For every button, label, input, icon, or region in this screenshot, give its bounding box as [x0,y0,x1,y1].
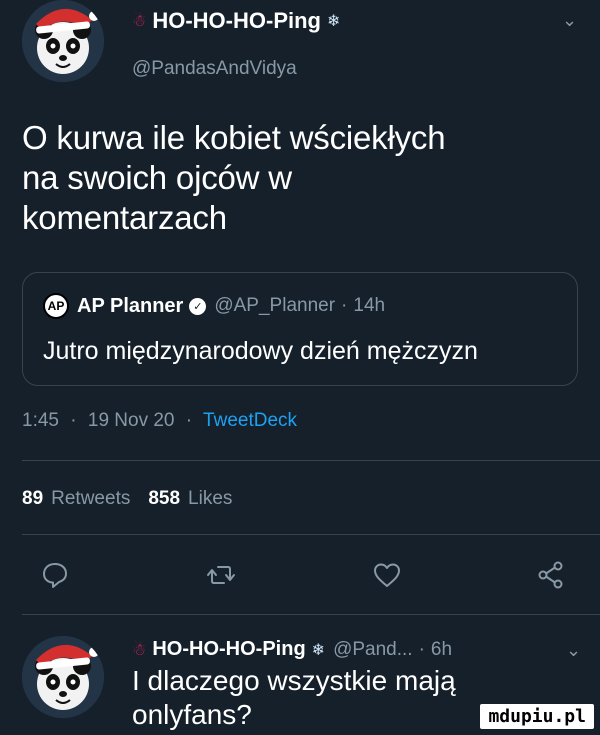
reply-text-line: onlyfans? [132,699,252,730]
santa-emoji: ☃ [132,641,147,659]
retweets-label[interactable]: Retweets [51,488,130,509]
meta-separator: · [185,410,193,431]
quoted-separator: · [341,295,348,316]
reply-display-name[interactable]: HO-HO-HO-Ping [152,638,305,661]
tweet-text-line: komentarzach [22,199,227,236]
verified-badge-icon: ✓ [189,297,207,315]
reply-time: 6h [430,638,453,660]
tweet-stats: 89 Retweets 858 Likes [22,488,250,510]
watermark-logo: mdupiu.pl [480,704,594,729]
quoted-text: Jutro międzynarodowy dzień mężczyzn [43,337,478,365]
author-display-name[interactable]: HO-HO-HO-Ping [152,8,321,34]
retweet-icon[interactable] [206,560,236,590]
reply-text-line: I dlaczego wszystkie mają [132,665,456,696]
tweet-client-link[interactable]: TweetDeck [203,410,297,431]
reply-header: ☃ HO-HO-HO-Ping ❄ @Pand... · 6h [132,638,452,661]
tweet-text: O kurwa ile kobiet wściekłych na swoich … [22,118,582,238]
retweets-count[interactable]: 89 [22,488,43,509]
like-icon[interactable] [372,560,402,590]
reply-icon[interactable] [40,560,70,590]
reply-handle[interactable]: @Pand... [333,639,413,661]
tweet-time[interactable]: 1:45 [22,410,59,431]
divider [22,534,600,535]
author-avatar[interactable] [22,0,104,82]
reply-author-avatar[interactable] [22,636,104,718]
snowman-emoji: ❄ [311,641,326,659]
quoted-header: AP AP Planner ✓ @AP_Planner · 14h [43,293,385,319]
meta-separator: · [70,410,77,431]
reply-text: I dlaczego wszystkie mają onlyfans? [132,664,456,732]
snowman-emoji: ❄ [327,13,341,30]
quoted-handle: @AP_Planner [214,295,336,316]
author-handle[interactable]: @PandasAndVidya [132,58,297,80]
divider [22,614,600,615]
author-name-row: ☃ HO-HO-HO-Ping ❄ [132,8,340,34]
reply-separator: · [418,638,425,660]
ap-logo-avatar: AP [43,293,69,319]
tweet-meta: 1:45 · 19 Nov 20 · TweetDeck [22,410,297,432]
quoted-tweet-card[interactable]: AP AP Planner ✓ @AP_Planner · 14h Jutro … [22,272,578,386]
chevron-down-icon[interactable]: ⌄ [562,10,577,31]
panda-santa-avatar-icon [22,0,104,82]
quoted-time: 14h [353,295,386,316]
panda-santa-avatar-icon [22,636,104,718]
likes-label[interactable]: Likes [188,488,232,509]
tweet-text-line: na swoich ojców w [22,159,292,196]
tweet-date[interactable]: 19 Nov 20 [88,410,175,431]
reply-chevron-down-icon[interactable]: ⌄ [566,640,581,661]
santa-emoji: ☃ [132,13,147,30]
divider [22,460,600,461]
tweet-text-line: O kurwa ile kobiet wściekłych [22,119,446,156]
share-icon[interactable] [536,560,566,590]
likes-count[interactable]: 858 [148,488,180,509]
quoted-display-name: AP Planner [77,294,184,317]
